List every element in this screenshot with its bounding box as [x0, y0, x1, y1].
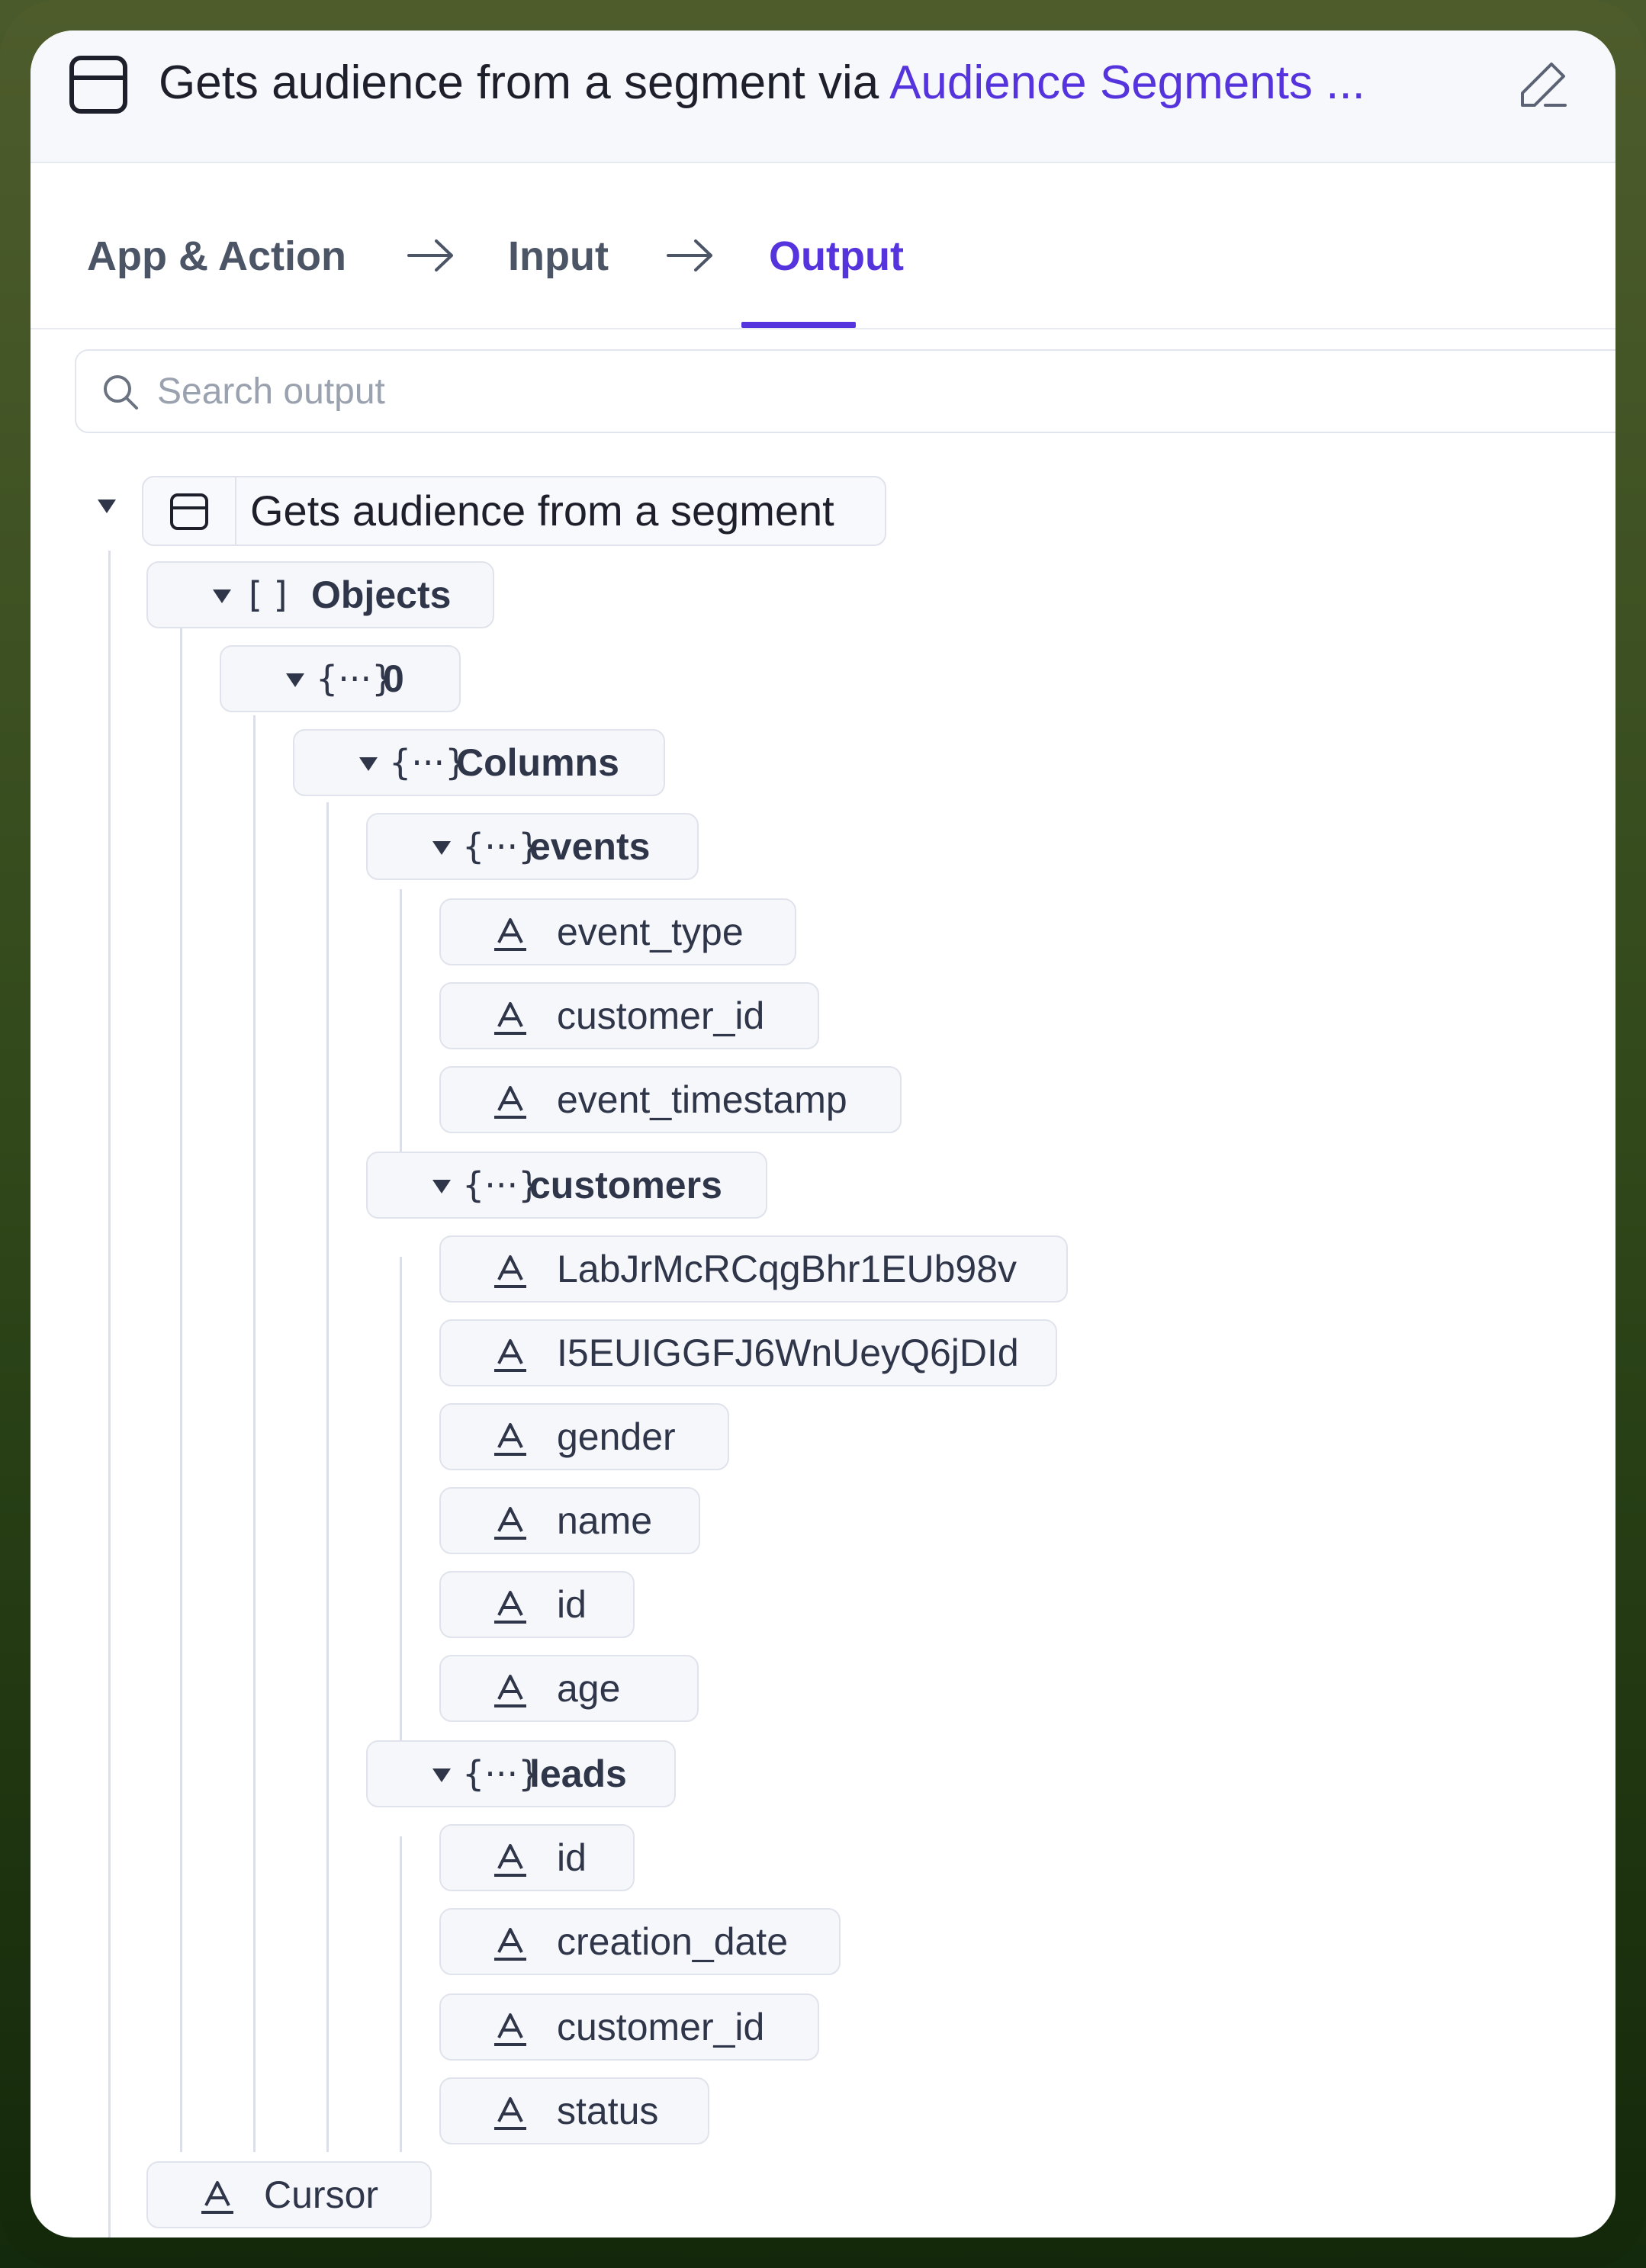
app-name-link[interactable]: Audience Segments ...: [889, 56, 1365, 109]
text-type-icon: [494, 1928, 526, 1961]
caret-down-icon[interactable]: [432, 840, 452, 856]
tree-node-label: 0: [383, 657, 404, 700]
tree-leaf-label: id: [557, 1836, 587, 1879]
tree-guide-line: [108, 551, 111, 2237]
search-box: [75, 349, 1615, 433]
tree-node-label: Columns: [456, 741, 619, 784]
text-type-icon: [494, 1507, 526, 1540]
text-type-icon: [201, 2181, 233, 2214]
tree-leaf-label: status: [557, 2090, 659, 2132]
text-type-icon: [494, 1002, 526, 1035]
pencil-edit-icon[interactable]: [1518, 58, 1570, 110]
tree-leaf-label: gender: [557, 1415, 676, 1458]
step-title: Gets audience from a segment via Audienc…: [159, 52, 1365, 114]
tree-node-columns[interactable]: {···} Columns: [293, 729, 665, 796]
tree-leaf[interactable]: I5EUIGGFJ6WnUeyQ6jDId: [439, 1319, 1057, 1386]
tree-leaf-label: event_type: [557, 911, 744, 953]
tree-node-item-0[interactable]: {···} 0: [220, 645, 461, 712]
tree-leaf-label: Cursor: [264, 2173, 379, 2216]
tree-node-customers[interactable]: {···} customers: [366, 1152, 767, 1219]
caret-down-icon[interactable]: [432, 1178, 452, 1195]
tree-leaf[interactable]: customer_id: [439, 982, 819, 1049]
tree-leaf[interactable]: LabJrMcRCqgBhr1EUb98v: [439, 1235, 1068, 1303]
tree-node-label: Objects: [311, 573, 452, 616]
tree-leaf[interactable]: customer_id: [439, 1993, 819, 2061]
tree-leaf-label: name: [557, 1499, 653, 1542]
tree-node-events[interactable]: {···} events: [366, 813, 699, 880]
tab-input[interactable]: Input: [508, 232, 609, 281]
output-panel: Gets audience from a segment via Audienc…: [31, 31, 1615, 2237]
tree-leaf[interactable]: status: [439, 2077, 709, 2144]
text-type-icon: [494, 1844, 526, 1877]
tree-root-node[interactable]: Gets audience from a segment: [142, 476, 886, 546]
text-type-icon: [494, 1339, 526, 1372]
tab-output[interactable]: Output: [769, 232, 904, 281]
tree-leaf-label: I5EUIGGFJ6WnUeyQ6jDId: [557, 1332, 1019, 1374]
caret-down-icon[interactable]: [285, 672, 305, 689]
tree-leaf-label: LabJrMcRCqgBhr1EUb98v: [557, 1248, 1017, 1290]
text-type-icon: [494, 1591, 526, 1624]
tree-guide-line: [400, 1257, 402, 1752]
tree-node-objects[interactable]: [ ] Objects: [146, 561, 494, 628]
tree-leaf[interactable]: id: [439, 1571, 635, 1638]
tree-leaf[interactable]: age: [439, 1655, 699, 1722]
text-type-icon: [494, 1086, 526, 1119]
app-window-icon: [69, 56, 127, 114]
tree-root-label: Gets audience from a segment: [250, 487, 834, 535]
tree-leaf[interactable]: gender: [439, 1403, 729, 1470]
search-output-input[interactable]: [156, 366, 1532, 416]
search-icon: [104, 375, 138, 410]
array-icon: [ ]: [249, 574, 288, 615]
step-header: Gets audience from a segment via Audienc…: [31, 31, 1615, 163]
tree-leaf[interactable]: id: [439, 1824, 635, 1891]
tree-leaf-label: customer_id: [557, 2006, 765, 2048]
active-tab-indicator: [741, 322, 856, 328]
tree-leaf[interactable]: creation_date: [439, 1908, 841, 1975]
tree-leaf-label: id: [557, 1583, 587, 1626]
text-type-icon: [494, 1255, 526, 1288]
tree-leaf-label: age: [557, 1667, 621, 1710]
tree-node-leads[interactable]: {···} leads: [366, 1740, 676, 1807]
tree-guide-line: [253, 715, 256, 2152]
tab-app-action[interactable]: App & Action: [87, 232, 346, 281]
text-type-icon: [494, 918, 526, 951]
tree-guide-line: [400, 889, 402, 1174]
tree-leaf-label: customer_id: [557, 994, 765, 1037]
caret-down-icon[interactable]: [96, 497, 117, 516]
tree-node-label: events: [529, 825, 651, 868]
tree-leaf[interactable]: name: [439, 1487, 700, 1554]
app-window-icon: [170, 493, 208, 530]
tree-leaf-label: event_timestamp: [557, 1078, 847, 1121]
tree-leaf[interactable]: event_type: [439, 898, 796, 965]
tree-guide-line: [400, 1836, 402, 2152]
step-tabs: App & Action Input Output: [31, 163, 1615, 329]
tree-node-label: customers: [529, 1164, 722, 1206]
step-title-text: Gets audience from a segment via: [159, 56, 890, 109]
arrow-right-icon: [407, 239, 453, 271]
arrow-right-icon: [667, 239, 712, 271]
tree-guide-line: [180, 628, 182, 2152]
tree-guide-line: [326, 802, 329, 2152]
text-type-icon: [494, 2097, 526, 2130]
caret-down-icon[interactable]: [358, 756, 378, 773]
tree-leaf[interactable]: event_timestamp: [439, 1066, 902, 1133]
root-icon-cell: [143, 477, 236, 545]
text-type-icon: [494, 2013, 526, 2046]
tree-leaf-cursor[interactable]: Cursor: [146, 2161, 432, 2228]
tree-leaf-label: creation_date: [557, 1920, 789, 1963]
text-type-icon: [494, 1675, 526, 1707]
caret-down-icon[interactable]: [432, 1767, 452, 1784]
caret-down-icon[interactable]: [212, 588, 232, 605]
tree-node-label: leads: [529, 1752, 627, 1795]
text-type-icon: [494, 1423, 526, 1456]
